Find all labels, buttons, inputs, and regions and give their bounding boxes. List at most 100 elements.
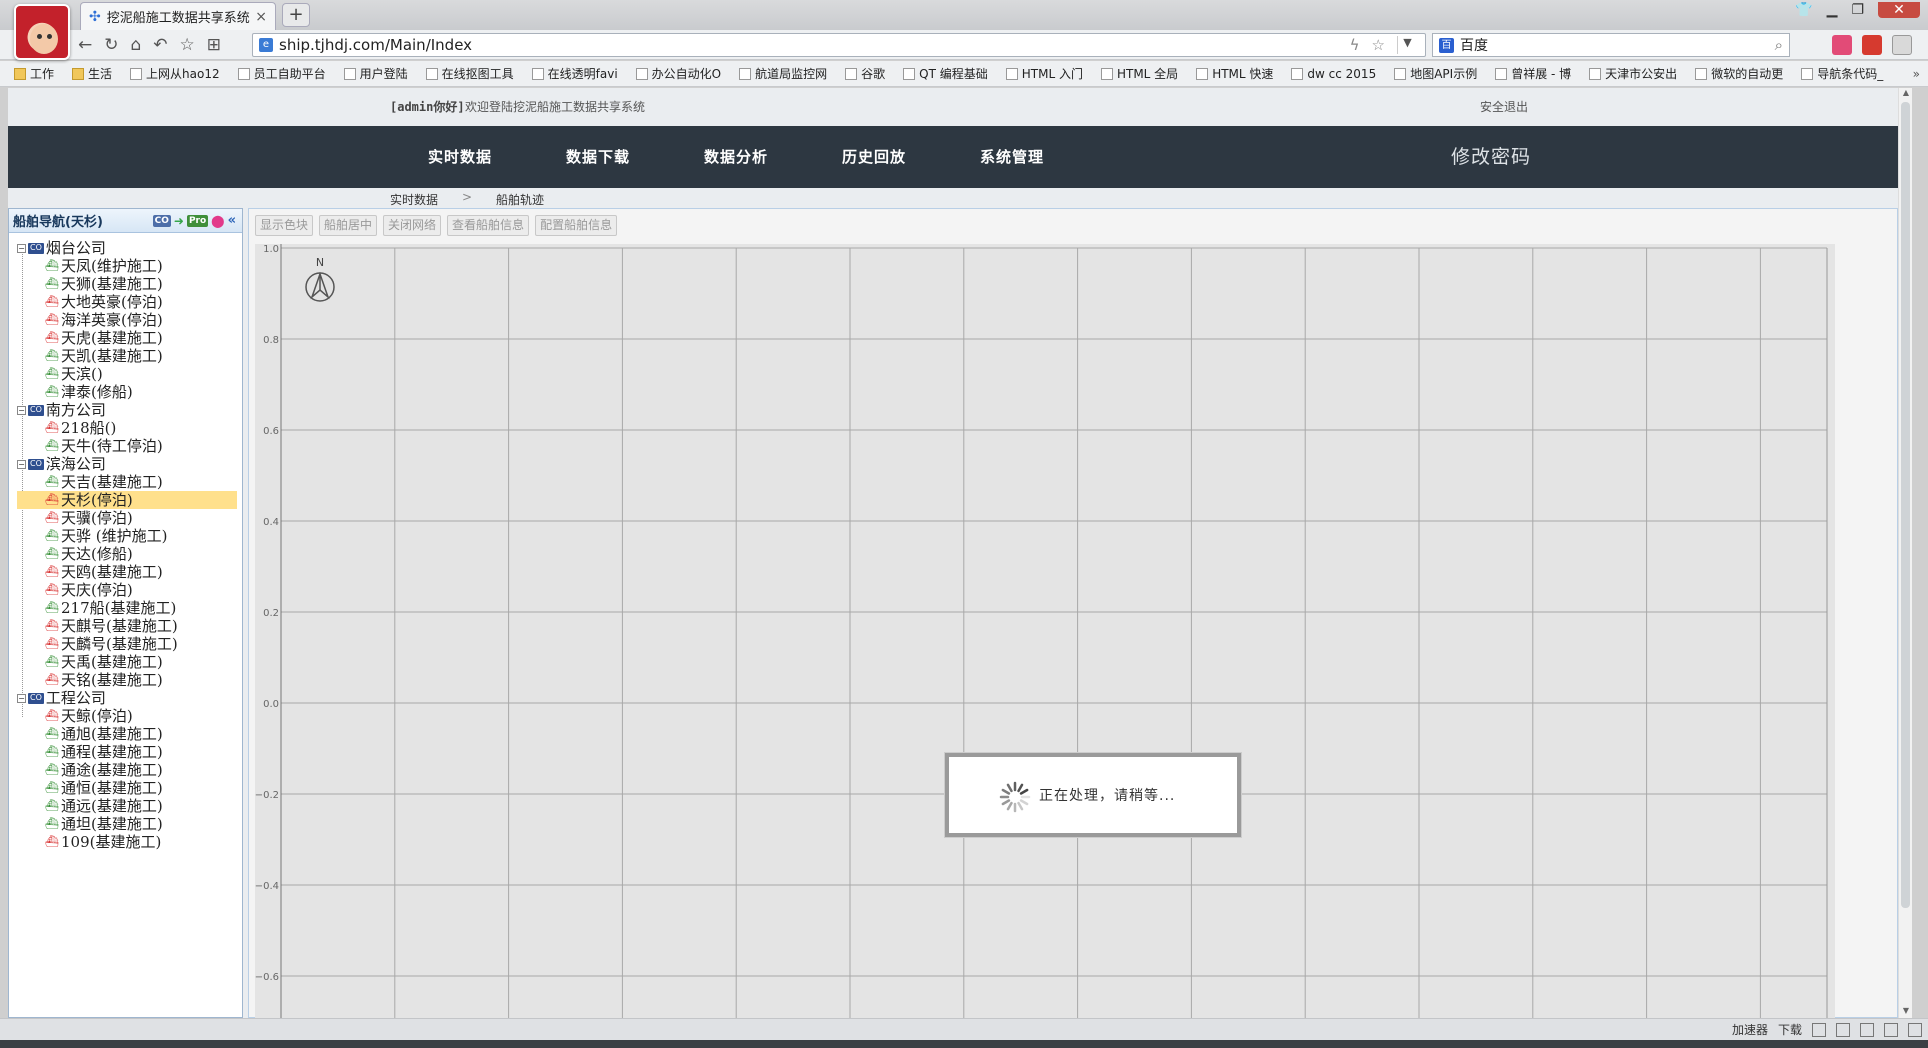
tree-ship[interactable]: ⛴ 通恒(基建施工): [17, 779, 237, 797]
bookmark-item[interactable]: 用户登陆: [343, 65, 408, 82]
lightning-icon[interactable]: ϟ: [1350, 36, 1360, 54]
tree-company[interactable]: − CO 烟台公司: [17, 239, 237, 257]
tree-ship[interactable]: ⛴ 津泰(修船): [17, 383, 237, 401]
tree-ship[interactable]: ⛴ 天杉(停泊): [17, 491, 237, 509]
refresh-icon[interactable]: ↻: [104, 35, 118, 55]
breadcrumb-level1[interactable]: 实时数据: [390, 191, 438, 208]
nav-realtime[interactable]: 实时数据: [428, 146, 492, 167]
bookmark-item[interactable]: 生活: [72, 65, 112, 82]
pro-icon[interactable]: Pro: [186, 214, 209, 227]
tree-ship[interactable]: ⛴ 天骅 (维护施工): [17, 527, 237, 545]
page-scrollbar[interactable]: ▲ ▼: [1898, 88, 1912, 1018]
bookmark-star-icon[interactable]: ☆: [1372, 36, 1385, 54]
scroll-down-icon[interactable]: ▼: [1899, 1006, 1912, 1018]
bookmark-item[interactable]: 办公自动化O: [635, 65, 721, 82]
collapse-toggle-icon[interactable]: −: [17, 693, 26, 703]
collapse-toggle-icon[interactable]: −: [17, 459, 26, 469]
download-label[interactable]: 下载: [1778, 1021, 1802, 1038]
favorite-star-icon[interactable]: ☆: [180, 35, 195, 55]
tree-ship[interactable]: ⛴ 天牛(待工停泊): [17, 437, 237, 455]
tree-ship[interactable]: ⛴ 海洋英豪(停泊): [17, 311, 237, 329]
bookmark-item[interactable]: 曾祥展 - 博: [1495, 65, 1571, 82]
bookmark-item[interactable]: QT 编程基础: [903, 65, 988, 82]
bookmark-item[interactable]: HTML 快速: [1196, 65, 1273, 82]
user-avatar[interactable]: [14, 4, 70, 60]
tree-ship[interactable]: ⛴ 217船(基建施工): [17, 599, 237, 617]
search-box[interactable]: 百 百度 ⌕: [1432, 33, 1790, 57]
bookmark-item[interactable]: 天津市公安出: [1589, 65, 1677, 82]
window-icon[interactable]: [1884, 1022, 1898, 1037]
maximize-icon[interactable]: ❐: [1851, 2, 1864, 18]
logout-link[interactable]: 安全退出: [1480, 98, 1528, 115]
bookmark-item[interactable]: 上网从hao12: [130, 65, 220, 82]
collapse-sidebar-icon[interactable]: «: [228, 214, 236, 227]
bookmark-item[interactable]: 在线透明favi: [531, 65, 618, 82]
bookmark-item[interactable]: 在线抠图工具: [425, 65, 514, 82]
tree-ship[interactable]: ⛴ 天达(修船): [17, 545, 237, 563]
zoom-icon[interactable]: [1908, 1022, 1922, 1037]
sound-icon[interactable]: [1860, 1022, 1874, 1037]
bookmarks-more-icon[interactable]: »: [1913, 67, 1920, 81]
undo-close-icon[interactable]: ↶: [153, 35, 167, 55]
scroll-up-icon[interactable]: ▲: [1899, 88, 1912, 100]
extension-icon[interactable]: [1832, 35, 1852, 55]
bookmark-item[interactable]: 航道局监控网: [739, 65, 827, 82]
nav-history[interactable]: 历史回放: [842, 146, 906, 167]
bookmark-item[interactable]: 工作: [14, 65, 54, 82]
company-filter-icon[interactable]: CO: [152, 214, 171, 227]
scrollbar-thumb[interactable]: [1901, 102, 1910, 908]
nav-analysis[interactable]: 数据分析: [704, 146, 768, 167]
screenshot-icon[interactable]: [1812, 1022, 1826, 1037]
collapse-toggle-icon[interactable]: −: [17, 405, 26, 415]
bookmark-item[interactable]: HTML 入门: [1005, 65, 1083, 82]
tree-ship[interactable]: ⛴ 通途(基建施工): [17, 761, 237, 779]
tab-close-icon[interactable]: ×: [255, 9, 267, 25]
collapse-toggle-icon[interactable]: −: [17, 243, 26, 253]
tree-company[interactable]: − CO 工程公司: [17, 689, 237, 707]
tree-ship[interactable]: ⛴ 天鸥(基建施工): [17, 563, 237, 581]
accelerator-label[interactable]: 加速器: [1732, 1021, 1768, 1038]
bookmark-item[interactable]: 员工自助平台: [237, 65, 326, 82]
tree-ship[interactable]: ⛴ 通远(基建施工): [17, 797, 237, 815]
tree-ship[interactable]: ⛴ 大地英豪(停泊): [17, 293, 237, 311]
locate-arrow-icon[interactable]: ➜: [174, 215, 184, 227]
nav-system[interactable]: 系统管理: [980, 146, 1044, 167]
track-map[interactable]: 1.0 0.8 0.6 0.4 0.2 0.0 −0.2 −0.4 −0.6 N: [255, 244, 1835, 1018]
bookmark-item[interactable]: 谷歌: [845, 65, 885, 82]
tree-ship[interactable]: ⛴ 天凯(基建施工): [17, 347, 237, 365]
skin-icon[interactable]: 👕: [1795, 2, 1812, 18]
view-ship-info-button[interactable]: 查看船舶信息: [447, 215, 530, 236]
tree-ship[interactable]: ⛴ 通程(基建施工): [17, 743, 237, 761]
dropdown-arrow-icon[interactable]: ▼: [1397, 36, 1417, 54]
extension-icon[interactable]: [1862, 35, 1882, 55]
nav-download[interactable]: 数据下载: [566, 146, 630, 167]
apps-grid-icon[interactable]: ⊞: [207, 35, 221, 55]
tree-ship[interactable]: ⛴ 天禹(基建施工): [17, 653, 237, 671]
minimize-icon[interactable]: ▁: [1827, 2, 1838, 18]
show-color-block-button[interactable]: 显示色块: [255, 215, 314, 236]
tree-ship[interactable]: ⛴ 天庆(停泊): [17, 581, 237, 599]
tree-ship[interactable]: ⛴ 天滨(): [17, 365, 237, 383]
clean-icon[interactable]: [1836, 1022, 1850, 1037]
map-pin-icon[interactable]: ⬤: [211, 215, 224, 227]
close-network-button[interactable]: 关闭网络: [383, 215, 442, 236]
bookmark-item[interactable]: 地图API示例: [1394, 65, 1477, 82]
tree-ship[interactable]: ⛴ 通旭(基建施工): [17, 725, 237, 743]
new-tab-button[interactable]: +: [282, 3, 310, 27]
bookmark-item[interactable]: 微软的自动更: [1695, 65, 1783, 82]
home-icon[interactable]: ⌂: [131, 35, 142, 55]
search-icon[interactable]: ⌕: [1775, 36, 1789, 54]
bookmark-item[interactable]: dw cc 2015: [1291, 67, 1376, 81]
tools-wrench-icon[interactable]: [1892, 35, 1912, 55]
tree-company[interactable]: − CO 南方公司: [17, 401, 237, 419]
tree-ship[interactable]: ⛴ 109(基建施工): [17, 833, 237, 851]
close-window-icon[interactable]: ✕: [1878, 2, 1920, 18]
tree-ship[interactable]: ⛴ 天鲸(停泊): [17, 707, 237, 725]
change-password-link[interactable]: 修改密码: [1451, 142, 1531, 169]
tree-ship[interactable]: ⛴ 天麒号(基建施工): [17, 617, 237, 635]
tree-ship[interactable]: ⛴ 天虎(基建施工): [17, 329, 237, 347]
bookmark-item[interactable]: 导航条代码_: [1801, 65, 1883, 82]
tree-company[interactable]: − CO 滨海公司: [17, 455, 237, 473]
address-bar[interactable]: e ship.tjhdj.com/Main/Index ϟ ☆ ▼: [252, 33, 1426, 57]
browser-tab[interactable]: ✣ 挖泥船施工数据共享系统 ×: [80, 2, 276, 30]
